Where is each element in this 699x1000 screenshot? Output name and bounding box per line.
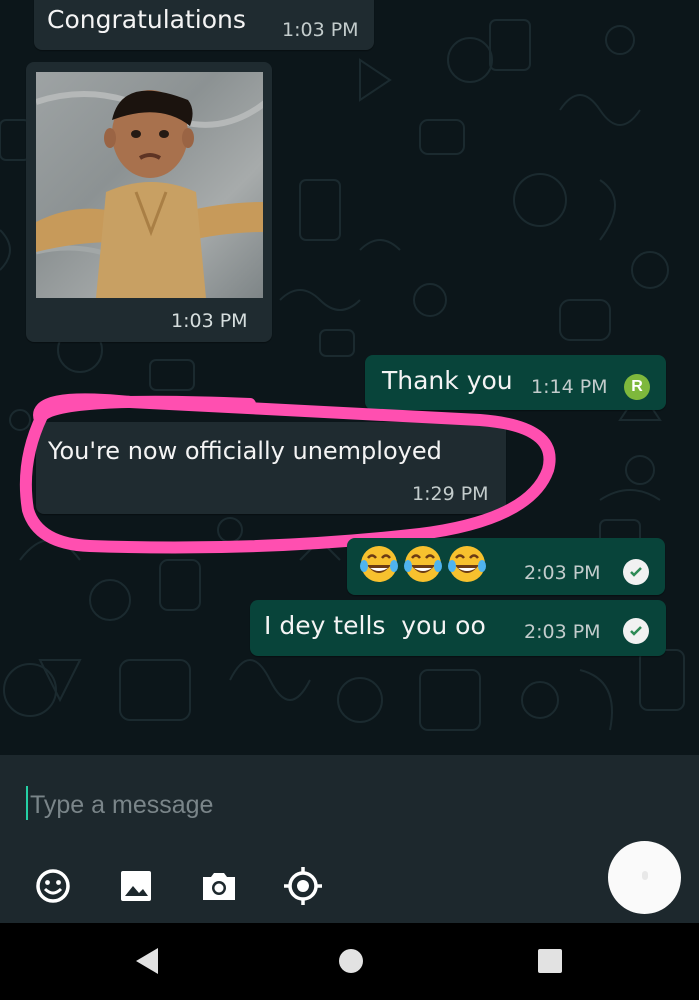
send-icon (641, 870, 648, 880)
emoji-group (359, 544, 487, 584)
tears-of-joy-emoji (360, 546, 398, 582)
message-emojis[interactable]: 2:03 PM (347, 538, 665, 595)
gallery-icon[interactable] (116, 866, 156, 906)
camera-icon[interactable] (199, 866, 239, 906)
emoji-icon[interactable] (33, 866, 73, 906)
back-icon[interactable] (132, 946, 162, 976)
message-i-dey-tells[interactable]: I dey tells you oo 2:03 PM (250, 600, 666, 656)
tears-of-joy-emoji (448, 546, 486, 582)
location-icon[interactable] (283, 866, 323, 906)
home-icon[interactable] (336, 946, 366, 976)
message-text: I dey tells you oo (264, 611, 486, 640)
check-circle-icon (623, 559, 649, 585)
message-time: 2:03 PM (524, 621, 601, 643)
message-input[interactable] (30, 788, 430, 822)
tears-of-joy-emoji (404, 546, 442, 582)
recents-icon[interactable] (535, 946, 565, 976)
message-composer (0, 755, 699, 923)
chat-area[interactable]: Congratulations 1:03 PM 1:03 PM Thank yo… (0, 0, 699, 755)
send-button[interactable] (608, 841, 681, 914)
check-circle-icon (623, 618, 649, 644)
message-time: 2:03 PM (524, 562, 601, 584)
text-cursor (26, 786, 28, 820)
